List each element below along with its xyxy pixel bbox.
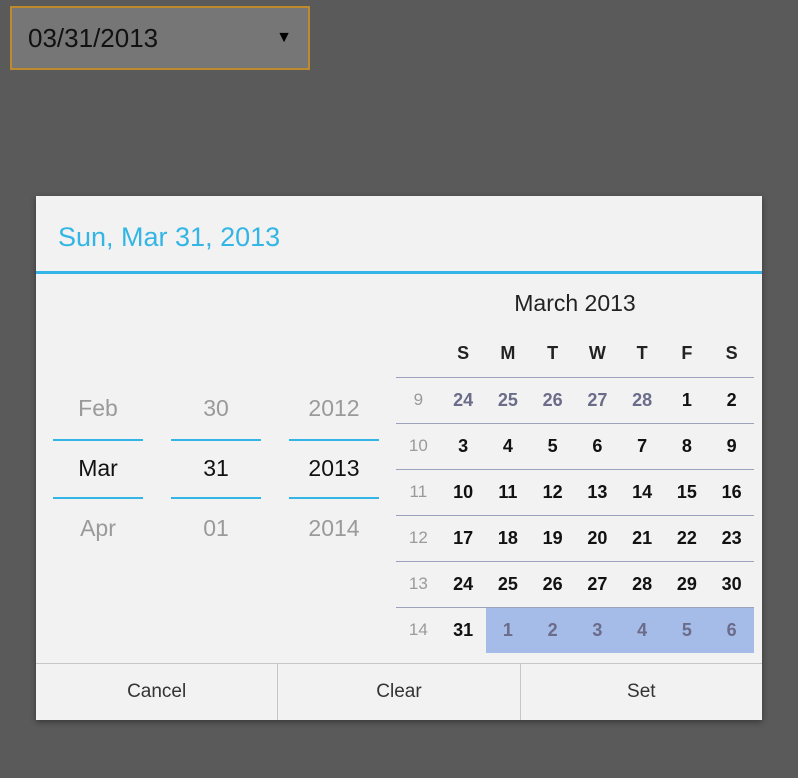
- set-button[interactable]: Set: [520, 664, 762, 720]
- calendar-day[interactable]: 10: [441, 469, 486, 515]
- dialog-header-text: Sun, Mar 31, 2013: [58, 222, 740, 253]
- calendar-dow: S: [441, 331, 486, 377]
- month-cur[interactable]: Mar: [53, 439, 143, 499]
- calendar-day[interactable]: 12: [530, 469, 575, 515]
- month-prev[interactable]: Feb: [53, 379, 143, 439]
- calendar-day[interactable]: 28: [620, 377, 665, 423]
- calendar-day[interactable]: 5: [665, 607, 710, 653]
- calendar-day[interactable]: 30: [709, 561, 754, 607]
- calendar-day[interactable]: 7: [620, 423, 665, 469]
- calendar-day[interactable]: 26: [530, 561, 575, 607]
- calendar-weekno: 11: [396, 469, 441, 515]
- calendar-day[interactable]: 4: [620, 607, 665, 653]
- spinners: Feb Mar Apr 30 31 01 2012 2013 2014: [36, 274, 396, 663]
- calendar-day[interactable]: 13: [575, 469, 620, 515]
- calendar-day[interactable]: 24: [441, 561, 486, 607]
- calendar-day[interactable]: 2: [709, 377, 754, 423]
- calendar-day[interactable]: 18: [486, 515, 531, 561]
- calendar-day[interactable]: 24: [441, 377, 486, 423]
- calendar-day[interactable]: 25: [486, 377, 531, 423]
- calendar-day[interactable]: 1: [486, 607, 531, 653]
- calendar-day[interactable]: 22: [665, 515, 710, 561]
- calendar-dow: M: [486, 331, 531, 377]
- calendar-weekno: 12: [396, 515, 441, 561]
- calendar-day[interactable]: 27: [575, 561, 620, 607]
- calendar-title: March 2013: [396, 284, 754, 331]
- dropdown-icon: ▼: [276, 29, 292, 47]
- day-cur[interactable]: 31: [171, 439, 261, 499]
- year-next[interactable]: 2014: [289, 499, 379, 559]
- calendar-day[interactable]: 2: [530, 607, 575, 653]
- calendar-dow: F: [665, 331, 710, 377]
- calendar-weekno-header: [396, 331, 441, 377]
- year-spinner[interactable]: 2012 2013 2014: [289, 379, 379, 559]
- date-input-value: 03/31/2013: [28, 23, 158, 54]
- calendar-dow: S: [709, 331, 754, 377]
- calendar-day[interactable]: 9: [709, 423, 754, 469]
- cancel-button[interactable]: Cancel: [36, 664, 277, 720]
- calendar-day[interactable]: 6: [709, 607, 754, 653]
- date-picker-dialog: Sun, Mar 31, 2013 Feb Mar Apr 30 31 01 2…: [36, 196, 762, 720]
- day-prev[interactable]: 30: [171, 379, 261, 439]
- calendar-weekno: 10: [396, 423, 441, 469]
- calendar-day[interactable]: 5: [530, 423, 575, 469]
- calendar-weekno: 9: [396, 377, 441, 423]
- year-cur[interactable]: 2013: [289, 439, 379, 499]
- calendar-day[interactable]: 28: [620, 561, 665, 607]
- calendar-day[interactable]: 4: [486, 423, 531, 469]
- calendar-day[interactable]: 21: [620, 515, 665, 561]
- dialog-body: Feb Mar Apr 30 31 01 2012 2013 2014 Marc…: [36, 274, 762, 663]
- day-next[interactable]: 01: [171, 499, 261, 559]
- dialog-header: Sun, Mar 31, 2013: [36, 196, 762, 274]
- calendar-day[interactable]: 29: [665, 561, 710, 607]
- calendar-day[interactable]: 14: [620, 469, 665, 515]
- calendar: March 2013 SMTWTFS9242526272812103456789…: [396, 274, 762, 663]
- clear-button[interactable]: Clear: [277, 664, 519, 720]
- month-next[interactable]: Apr: [53, 499, 143, 559]
- calendar-day[interactable]: 17: [441, 515, 486, 561]
- dialog-footer: Cancel Clear Set: [36, 663, 762, 720]
- calendar-dow: T: [620, 331, 665, 377]
- calendar-day[interactable]: 16: [709, 469, 754, 515]
- calendar-grid: SMTWTFS924252627281210345678911101112131…: [396, 331, 754, 653]
- date-input[interactable]: 03/31/2013 ▼: [10, 6, 310, 70]
- month-spinner[interactable]: Feb Mar Apr: [53, 379, 143, 559]
- calendar-day[interactable]: 23: [709, 515, 754, 561]
- calendar-day[interactable]: 15: [665, 469, 710, 515]
- calendar-dow: W: [575, 331, 620, 377]
- calendar-weekno: 13: [396, 561, 441, 607]
- calendar-day[interactable]: 1: [665, 377, 710, 423]
- calendar-weekno: 14: [396, 607, 441, 653]
- calendar-day[interactable]: 19: [530, 515, 575, 561]
- calendar-day[interactable]: 11: [486, 469, 531, 515]
- calendar-day[interactable]: 26: [530, 377, 575, 423]
- calendar-day[interactable]: 25: [486, 561, 531, 607]
- year-prev[interactable]: 2012: [289, 379, 379, 439]
- calendar-day[interactable]: 20: [575, 515, 620, 561]
- calendar-dow: T: [530, 331, 575, 377]
- calendar-day[interactable]: 8: [665, 423, 710, 469]
- calendar-day[interactable]: 31: [441, 607, 486, 653]
- calendar-day[interactable]: 27: [575, 377, 620, 423]
- calendar-day[interactable]: 3: [441, 423, 486, 469]
- calendar-day[interactable]: 6: [575, 423, 620, 469]
- calendar-day[interactable]: 3: [575, 607, 620, 653]
- day-spinner[interactable]: 30 31 01: [171, 379, 261, 559]
